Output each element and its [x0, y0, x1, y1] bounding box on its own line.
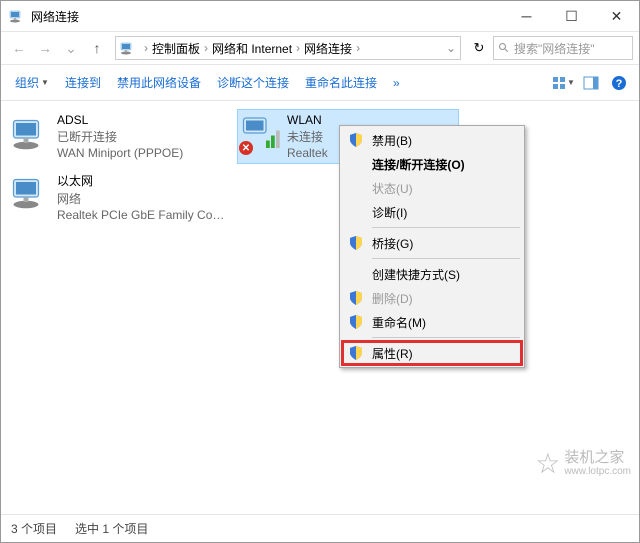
- toolbar-disable[interactable]: 禁用此网络设备: [111, 70, 207, 95]
- nav-up-button[interactable]: ↑: [85, 36, 109, 60]
- network-icon: [9, 8, 25, 24]
- window-title: 网络连接: [31, 8, 504, 25]
- maximize-button[interactable]: ☐: [549, 1, 594, 31]
- connection-item-ethernet[interactable]: 以太网 网络 Realtek PCIe GbE Family Contr...: [7, 168, 229, 226]
- connection-status: 已断开连接: [57, 128, 183, 145]
- connection-status: 未连接: [287, 128, 328, 145]
- toolbar-more[interactable]: »: [387, 72, 406, 94]
- breadcrumb-item[interactable]: 网络连接: [304, 40, 352, 57]
- menu-delete: 删除(D): [342, 286, 522, 310]
- error-badge-icon: ✕: [239, 141, 253, 155]
- menu-shortcut[interactable]: 创建快捷方式(S): [342, 262, 522, 286]
- toolbar-rename[interactable]: 重命名此连接: [299, 70, 383, 95]
- connection-detail: WAN Miniport (PPPOE): [57, 146, 183, 160]
- connection-detail: Realtek PCIe GbE Family Contr...: [57, 208, 225, 222]
- shield-icon: [348, 314, 364, 330]
- network-icon: [120, 40, 136, 56]
- connection-name: 以太网: [57, 172, 225, 189]
- minimize-button[interactable]: ─: [504, 1, 549, 31]
- ethernet-icon: [11, 172, 51, 212]
- menu-diagnose[interactable]: 诊断(I): [342, 200, 522, 224]
- toolbar-diagnose[interactable]: 诊断这个连接: [211, 70, 295, 95]
- nav-dropdown-button[interactable]: ⌄: [59, 36, 83, 60]
- connection-status: 网络: [57, 190, 225, 207]
- svg-text:?: ?: [616, 78, 623, 90]
- close-button[interactable]: ✕: [594, 1, 639, 31]
- connection-name: ADSL: [57, 113, 183, 127]
- search-icon: [498, 42, 510, 54]
- breadcrumb-item[interactable]: 网络和 Internet: [212, 40, 292, 57]
- nav-forward-button: →: [33, 36, 57, 60]
- modem-icon: [11, 113, 51, 153]
- help-button[interactable]: ?: [607, 71, 631, 95]
- shield-icon: [348, 345, 364, 361]
- toolbar-connect[interactable]: 连接到: [59, 70, 107, 95]
- watermark: ☆ 装机之家 www.lotpc.com: [535, 447, 631, 480]
- menu-status: 状态(U): [342, 176, 522, 200]
- context-menu: 禁用(B) 连接/断开连接(O) 状态(U) 诊断(I) 桥接(G) 创建快捷方…: [339, 125, 525, 368]
- preview-pane-button[interactable]: [579, 71, 603, 95]
- breadcrumb[interactable]: › 控制面板 › 网络和 Internet › 网络连接 › ⌄: [115, 36, 461, 60]
- connection-item-adsl[interactable]: ADSL 已断开连接 WAN Miniport (PPPOE): [7, 109, 229, 164]
- refresh-button[interactable]: ↻: [467, 36, 491, 60]
- toolbar-organize[interactable]: 组织▼: [9, 70, 55, 95]
- menu-rename[interactable]: 重命名(M): [342, 310, 522, 334]
- menu-toggle-connect[interactable]: 连接/断开连接(O): [342, 152, 522, 176]
- status-count: 3 个项目: [11, 520, 57, 537]
- shield-icon: [348, 132, 364, 148]
- breadcrumb-item[interactable]: 控制面板: [152, 40, 200, 57]
- menu-properties[interactable]: 属性(R): [342, 341, 522, 365]
- view-options-button[interactable]: ▼: [551, 71, 575, 95]
- shield-icon: [348, 235, 364, 251]
- search-input[interactable]: 搜索"网络连接": [493, 36, 633, 60]
- connection-detail: Realtek: [287, 146, 328, 160]
- menu-bridge[interactable]: 桥接(G): [342, 231, 522, 255]
- shield-icon: [348, 290, 364, 306]
- connection-name: WLAN: [287, 113, 328, 127]
- star-icon: ☆: [535, 447, 560, 480]
- nav-back-button[interactable]: ←: [7, 36, 31, 60]
- menu-disable[interactable]: 禁用(B): [342, 128, 522, 152]
- status-selected: 选中 1 个项目: [75, 520, 148, 537]
- breadcrumb-dropdown[interactable]: ⌄: [446, 41, 456, 55]
